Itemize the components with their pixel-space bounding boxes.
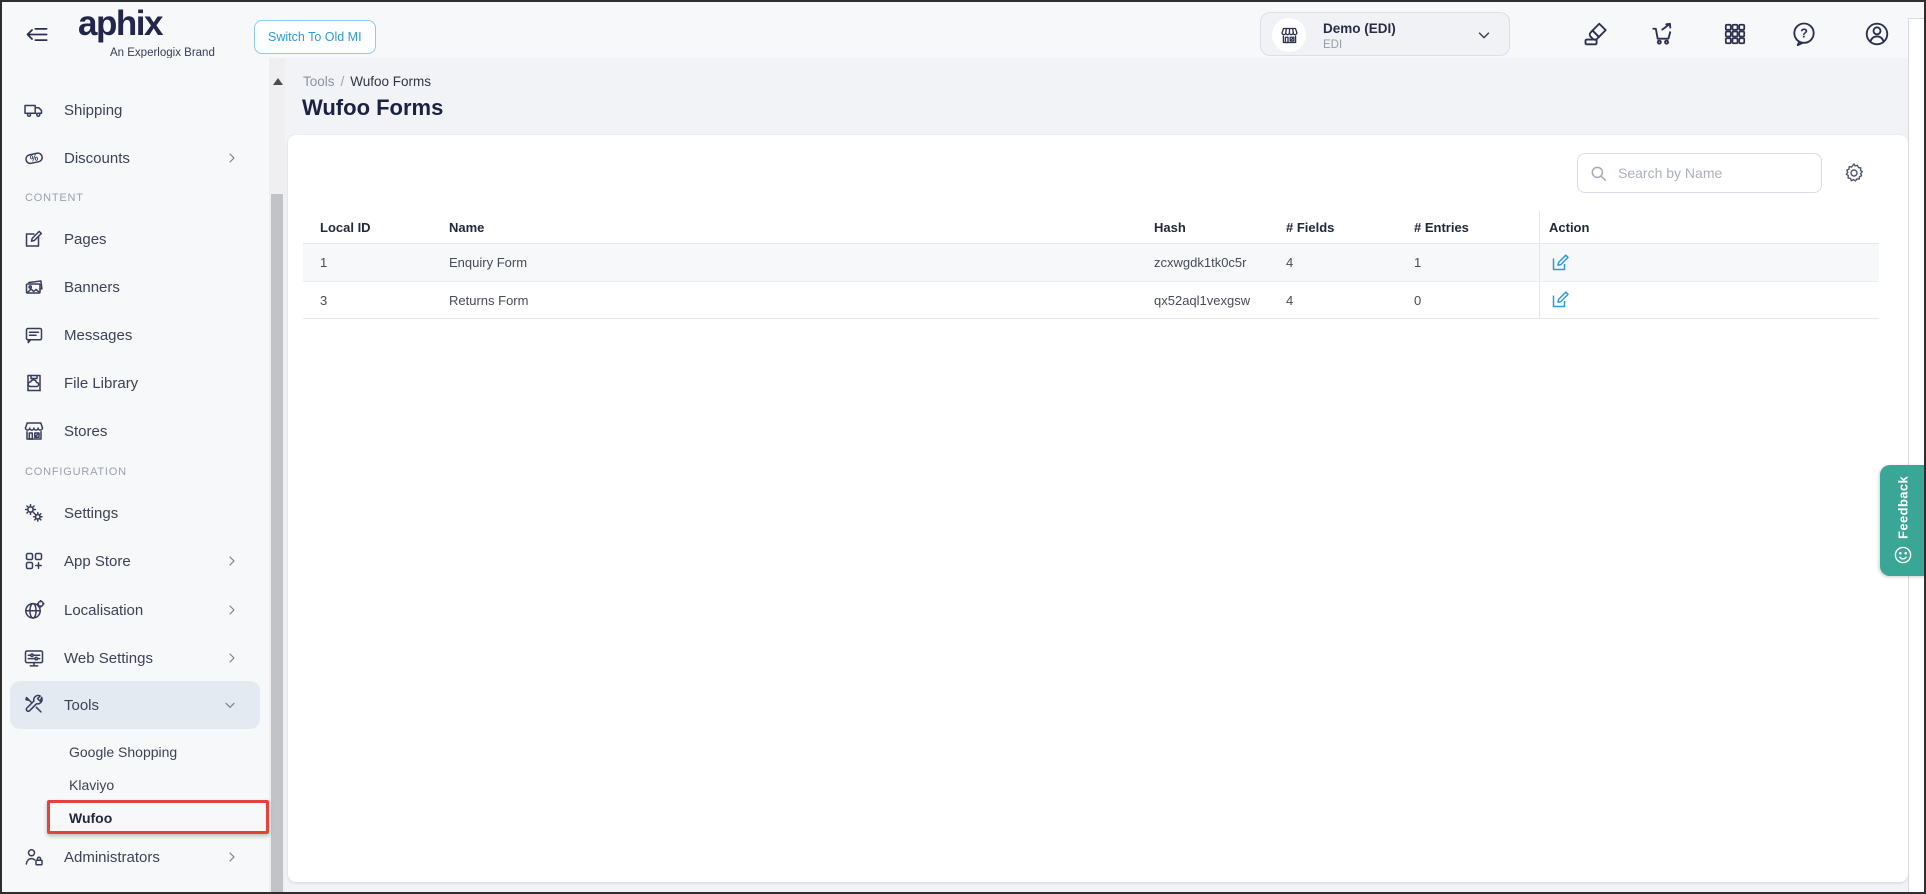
- collapse-sidebar-icon[interactable]: [18, 16, 54, 52]
- table-header-row: Local ID Name Hash # Fields # Entries Ac…: [303, 211, 1879, 243]
- store-selector[interactable]: Demo (EDI) EDI: [1260, 12, 1510, 56]
- sidebar-item-pages[interactable]: Pages: [2, 215, 267, 263]
- wufoo-forms-table: Local ID Name Hash # Fields # Entries Ac…: [303, 211, 1879, 319]
- apps-grid-icon[interactable]: [1717, 16, 1753, 52]
- cell-name: Enquiry Form: [449, 255, 1154, 270]
- chevron-down-icon: [1475, 26, 1493, 49]
- sidebar: Shipping % Discounts CONTENT Pages Banne…: [2, 58, 269, 894]
- table-settings-gear-icon[interactable]: [1842, 161, 1866, 185]
- help-icon[interactable]: ?: [1786, 16, 1822, 52]
- sidebar-item-web-settings[interactable]: Web Settings: [2, 634, 267, 682]
- search-input[interactable]: [1616, 155, 1816, 191]
- chevron-down-icon: [222, 697, 238, 718]
- theme-brush-icon[interactable]: [1578, 16, 1614, 52]
- chevron-right-icon: [224, 150, 240, 171]
- message-bubble-icon: [22, 323, 46, 347]
- cell-entries: 1: [1414, 255, 1539, 270]
- storefront-icon: [1272, 18, 1306, 52]
- sidebar-section-configuration: CONFIGURATION: [25, 466, 127, 478]
- store-name: Demo (EDI): [1323, 21, 1396, 36]
- sidebar-item-tools[interactable]: Tools: [10, 681, 260, 729]
- switch-to-old-mi-button[interactable]: Switch To Old MI: [254, 20, 376, 54]
- feedback-button[interactable]: Feedback: [1880, 465, 1926, 576]
- sidebar-subitem-wufoo[interactable]: Wufoo: [2, 801, 267, 834]
- cart-icon[interactable]: [1644, 16, 1680, 52]
- sidebar-item-stores[interactable]: Stores: [2, 407, 267, 455]
- top-bar: aphix An Experlogix Brand Switch To Old …: [2, 2, 1926, 58]
- cell-name: Returns Form: [449, 293, 1154, 308]
- globe-icon: [22, 598, 46, 622]
- feedback-label: Feedback: [1880, 471, 1926, 543]
- store-subtitle: EDI: [1323, 39, 1342, 51]
- chevron-right-icon: [224, 650, 240, 671]
- gears-icon: [22, 501, 46, 525]
- storefront-icon: [22, 419, 46, 443]
- col-header-action: Action: [1539, 211, 1879, 243]
- table-row: 1 Enquiry Form zcxwgdk1tk0c5r 4 1: [303, 243, 1879, 281]
- administrators-icon: [22, 845, 46, 869]
- sidebar-item-banners[interactable]: Banners: [2, 263, 267, 311]
- sidebar-item-localisation[interactable]: Localisation: [2, 586, 267, 634]
- tools-icon: [22, 693, 46, 717]
- pages-icon: [22, 227, 46, 251]
- col-header-local-id: Local ID: [303, 220, 449, 235]
- cell-hash: zcxwgdk1tk0c5r: [1154, 255, 1286, 270]
- scrollbar-up-arrow[interactable]: [273, 78, 283, 85]
- cell-entries: 0: [1414, 293, 1539, 308]
- edit-icon[interactable]: [1549, 289, 1571, 311]
- sidebar-item-messages[interactable]: Messages: [2, 311, 267, 359]
- breadcrumb-tools-link[interactable]: Tools: [303, 74, 335, 89]
- search-box: [1577, 153, 1822, 193]
- cell-fields: 4: [1286, 255, 1414, 270]
- search-icon: [1590, 165, 1608, 183]
- file-library-icon: [22, 371, 46, 395]
- page-title: Wufoo Forms: [302, 95, 443, 121]
- sidebar-item-settings[interactable]: Settings: [2, 489, 267, 537]
- monitor-icon: [22, 646, 46, 670]
- breadcrumb-separator: /: [335, 74, 351, 89]
- sidebar-item-file-library[interactable]: File Library: [2, 359, 267, 407]
- cell-hash: qx52aql1vexgsw: [1154, 293, 1286, 308]
- page-scrollbar-track[interactable]: [1908, 18, 1926, 894]
- col-header-entries: # Entries: [1414, 220, 1539, 235]
- col-header-fields: # Fields: [1286, 220, 1414, 235]
- sidebar-subitem-klaviyo[interactable]: Klaviyo: [2, 768, 267, 801]
- breadcrumb: Tools/Wufoo Forms: [303, 74, 431, 89]
- chevron-right-icon: [224, 849, 240, 870]
- truck-icon: [22, 98, 46, 122]
- app-store-icon: [22, 549, 46, 573]
- discount-tag-icon: %: [22, 146, 46, 170]
- sidebar-subitem-google-shopping[interactable]: Google Shopping: [2, 735, 267, 768]
- chevron-right-icon: [224, 553, 240, 574]
- sidebar-item-discounts[interactable]: % Discounts: [2, 134, 267, 182]
- col-header-hash: Hash: [1154, 220, 1286, 235]
- account-icon[interactable]: [1859, 16, 1895, 52]
- cell-local-id: 1: [303, 255, 449, 270]
- sidebar-item-app-store[interactable]: App Store: [2, 537, 267, 585]
- svg-text:?: ?: [1800, 26, 1808, 41]
- sidebar-section-content: CONTENT: [25, 192, 84, 204]
- banners-icon: [22, 275, 46, 299]
- sidebar-item-shipping[interactable]: Shipping: [2, 86, 267, 134]
- cell-fields: 4: [1286, 293, 1414, 308]
- smiley-icon: [1893, 545, 1913, 565]
- breadcrumb-current: Wufoo Forms: [350, 74, 431, 89]
- edit-icon[interactable]: [1549, 252, 1571, 274]
- cell-local-id: 3: [303, 293, 449, 308]
- table-row: 3 Returns Form qx52aql1vexgsw 4 0: [303, 281, 1879, 319]
- app-window: aphix An Experlogix Brand Switch To Old …: [0, 0, 1926, 894]
- sidebar-item-administrators[interactable]: Administrators: [2, 833, 267, 881]
- col-header-name: Name: [449, 220, 1154, 235]
- chevron-right-icon: [224, 602, 240, 623]
- aphix-logo[interactable]: aphix: [78, 4, 162, 44]
- sidebar-scrollbar-thumb[interactable]: [271, 194, 283, 894]
- svg-text:%: %: [29, 152, 39, 163]
